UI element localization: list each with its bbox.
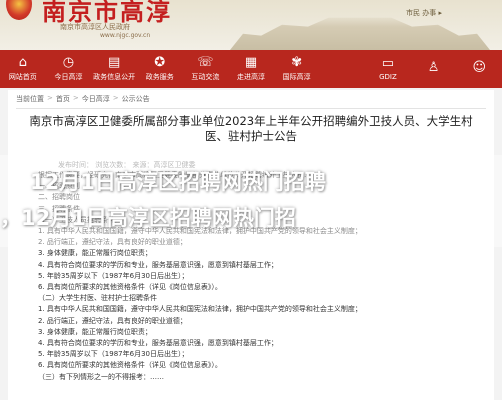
national-emblem-icon	[6, 0, 32, 20]
paragraph: 1. 具有中华人民共和国国籍，遵守中华人民共和国宪法和法律，拥护中国共产党的领导…	[38, 305, 362, 314]
building-graphic	[230, 17, 490, 50]
nav-item-blank	[319, 50, 365, 88]
site-url: www.njgc.gov.cn	[100, 32, 151, 39]
nav-item-about[interactable]: ▦ 走进高淳	[228, 50, 274, 88]
site-subtitle: 南京市高淳区人民政府	[60, 23, 130, 31]
breadcrumb-separator: >	[112, 94, 119, 102]
nav-item-disclosure[interactable]: ▤ 政务信息公开	[91, 50, 137, 88]
site-header: 南京市高淳 南京市高淳区人民政府 www.njgc.gov.cn 市民 办事 ▸	[0, 0, 502, 50]
paragraph: 3. 身体健康，能正常履行岗位职责；	[38, 249, 152, 258]
home-icon: ⌂	[18, 55, 27, 70]
breadcrumb-separator: >	[72, 94, 79, 102]
nav-item-people[interactable]: ☺	[456, 50, 502, 88]
breadcrumb-today[interactable]: 今日高淳	[82, 94, 110, 104]
nav-item-gdiz[interactable]: ▭ GDIZ	[365, 50, 411, 88]
paragraph: 6. 具有岗位所要求的其他资格条件（详见《岗位信息表》）。	[38, 283, 222, 292]
paragraph: 4. 具有符合岗位要求的学历和专业，服务基层意识强，愿意到镇村基层工作；	[38, 339, 278, 348]
gdiz-icon: ▭	[381, 56, 395, 71]
nav-item-international[interactable]: ✾ 国际高淳	[274, 50, 320, 88]
nav-label: 今日高淳	[54, 73, 83, 81]
breadcrumb-home[interactable]: 首页	[56, 94, 70, 104]
paragraph: （二）大学生村医、驻村护士招聘条件	[38, 294, 157, 303]
breadcrumb-notice[interactable]: 公示公告	[122, 94, 150, 104]
nav-item-home[interactable]: ⌂ 网站首页	[0, 50, 46, 88]
overlay-headline-2: ，12月1日高淳区招聘网热门招	[0, 206, 296, 230]
main-nav: ⌂ 网站首页 ◷ 今日高淳 ▤ 政务信息公开 ✪ 政务服务 ☏ 互动交流 ▦ 走…	[0, 50, 502, 88]
overlay-headline-1: 12月1日高淳区招聘网热门招聘	[30, 170, 326, 194]
paragraph: （三）有下列情形之一的不得报考：……	[38, 372, 164, 381]
nav-label: 政务信息公开	[93, 73, 136, 81]
nav-item-services[interactable]: ✪ 政务服务	[137, 50, 183, 88]
paragraph: 5. 年龄35周岁以下（1987年6月30日后出生）；	[38, 350, 189, 359]
globe-icon: ✾	[291, 55, 303, 70]
document-icon: ▤	[107, 55, 121, 70]
nav-item-today[interactable]: ◷ 今日高淳	[46, 50, 92, 88]
nav-label: 互动交流	[191, 73, 220, 81]
nav-label: 政务服务	[145, 73, 174, 81]
paragraph: 5. 年龄35周岁以下（1987年6月30日后出生）；	[38, 271, 189, 280]
people-icon: ☺	[472, 60, 486, 75]
paragraph: 4. 具有符合岗位要求的学历和专业，服务基层意识强，愿意到镇村基层工作；	[38, 260, 278, 269]
breadcrumb-location: 当前位置	[16, 95, 44, 103]
nav-label: 走进高淳	[237, 73, 266, 81]
nav-item-interaction[interactable]: ☏ 互动交流	[183, 50, 229, 88]
landscape-icon: ▦	[244, 55, 258, 70]
paragraph: 2. 品行端正，遵纪守法，具有良好的职业道德；	[38, 316, 187, 325]
article-title: 南京市高淳区卫健委所属部分事业单位2023年上半年公开招聘编外卫技人员、大学生村…	[29, 114, 473, 143]
breadcrumb-separator: >	[47, 94, 53, 102]
chat-icon: ☏	[197, 55, 214, 70]
divider	[16, 108, 486, 109]
nav-label: 国际高淳	[282, 73, 311, 81]
breadcrumb: 当前位置 > 首页 > 今日高淳 > 公示公告	[16, 94, 150, 104]
header-tools[interactable]: 市民 办事 ▸	[406, 8, 442, 18]
nav-label: GDIZ	[379, 73, 397, 81]
nav-label: 网站首页	[8, 73, 37, 81]
service-icon: ✪	[154, 55, 166, 70]
nav-item-person[interactable]: ♙	[411, 50, 457, 88]
paragraph: 3. 身体健康，能正常履行岗位职责；	[38, 327, 152, 336]
paragraph: 6. 具有岗位所要求的其他资格条件（详见《岗位信息表》）。	[38, 361, 222, 370]
person-icon: ♙	[427, 60, 440, 75]
clock-icon: ◷	[62, 55, 75, 70]
